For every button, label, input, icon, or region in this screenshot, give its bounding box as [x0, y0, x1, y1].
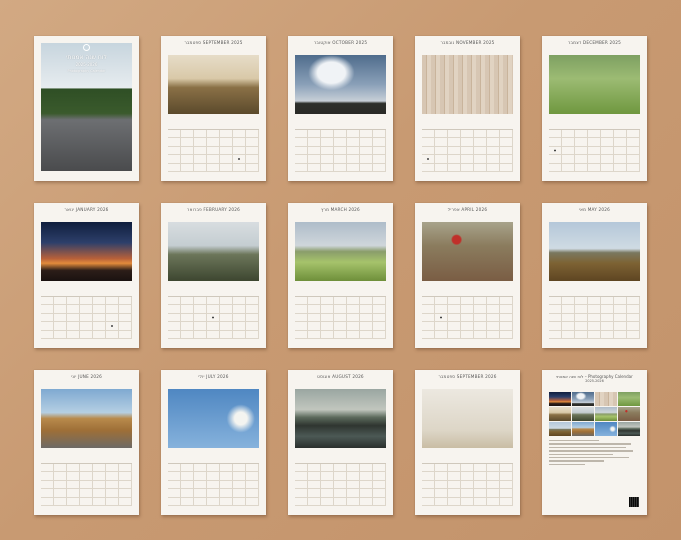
month-title: נובמבר NOVEMBER 2025	[440, 40, 495, 45]
month-grid	[549, 125, 640, 172]
month-photo	[422, 222, 513, 281]
month-grid	[168, 459, 259, 506]
month-photo	[41, 222, 132, 281]
month-page-feb-2026: פברואר FEBRUARY 2026	[161, 203, 266, 348]
month-photo	[41, 389, 132, 448]
back-years: 2025-2026	[585, 379, 604, 383]
month-title: פברואר FEBRUARY 2026	[187, 207, 240, 212]
month-grid	[549, 292, 640, 339]
cover-years: 2025-2026	[75, 62, 98, 67]
cover-title: לוח שנה אמנותי	[66, 54, 107, 61]
back-description-lines	[549, 440, 640, 490]
month-title: מאי MAY 2026	[578, 207, 611, 212]
month-page-apr-2026: אפריל APRIL 2026	[415, 203, 520, 348]
month-title: אפריל APRIL 2026	[447, 207, 488, 212]
month-photo	[168, 222, 259, 281]
month-photo	[168, 55, 259, 114]
month-title: מרץ MARCH 2026	[321, 207, 360, 212]
month-grid	[422, 125, 513, 172]
month-page-sep-2025: ספטמבר SEPTEMBER 2025	[161, 36, 266, 181]
month-page-oct-2025: אוקטובר OCTOBER 2025	[288, 36, 393, 181]
calendar-cover-page: לוח שנה אמנותי 2025-2026 Photography Cal…	[34, 36, 139, 181]
month-grid	[295, 459, 386, 506]
month-grid	[168, 125, 259, 172]
month-photo	[168, 389, 259, 448]
month-page-sep-2026: ספטמבר SEPTEMBER 2026	[415, 370, 520, 515]
calendar-back-page: לוח שנה אמנותי – Photography Calendar 20…	[542, 370, 647, 515]
month-photo	[295, 222, 386, 281]
month-page-may-2026: מאי MAY 2026	[542, 203, 647, 348]
month-grid	[41, 292, 132, 339]
month-grid	[168, 292, 259, 339]
month-photo	[422, 389, 513, 448]
month-page-jul-2026: יולי JULY 2026	[161, 370, 266, 515]
month-title: אוגוסט AUGUST 2026	[317, 374, 364, 379]
month-page-nov-2025: נובמבר NOVEMBER 2025	[415, 36, 520, 181]
month-title: ינואר JANUARY 2026	[64, 207, 109, 212]
month-page-jun-2026: יוני JUNE 2026	[34, 370, 139, 515]
month-photo	[295, 55, 386, 114]
month-page-dec-2025: דצמבר DECEMBER 2025	[542, 36, 647, 181]
month-title: דצמבר DECEMBER 2025	[567, 40, 621, 45]
cover-subtitle: Photography Calendar	[67, 69, 106, 73]
cover-title-block: לוח שנה אמנותי 2025-2026 Photography Cal…	[34, 46, 139, 75]
month-grid	[422, 459, 513, 506]
month-grid	[41, 459, 132, 506]
back-thumbnails	[549, 392, 640, 436]
month-grid	[295, 292, 386, 339]
month-page-aug-2026: אוגוסט AUGUST 2026	[288, 370, 393, 515]
qr-code-icon	[629, 497, 639, 507]
calendar-mockup-grid: לוח שנה אמנותי 2025-2026 Photography Cal…	[0, 0, 681, 540]
month-title: יוני JUNE 2026	[71, 374, 102, 379]
month-grid	[422, 292, 513, 339]
month-grid	[295, 125, 386, 172]
month-photo	[549, 55, 640, 114]
month-page-mar-2026: מרץ MARCH 2026	[288, 203, 393, 348]
month-photo	[422, 55, 513, 114]
month-photo	[295, 389, 386, 448]
month-photo	[549, 222, 640, 281]
month-title: ספטמבר SEPTEMBER 2025	[184, 40, 243, 45]
back-title-block: לוח שנה אמנותי – Photography Calendar 20…	[548, 374, 641, 384]
month-title: אוקטובר OCTOBER 2025	[313, 40, 368, 45]
month-title: יולי JULY 2026	[198, 374, 229, 379]
month-title: ספטמבר SEPTEMBER 2026	[438, 374, 497, 379]
month-page-jan-2026: ינואר JANUARY 2026	[34, 203, 139, 348]
